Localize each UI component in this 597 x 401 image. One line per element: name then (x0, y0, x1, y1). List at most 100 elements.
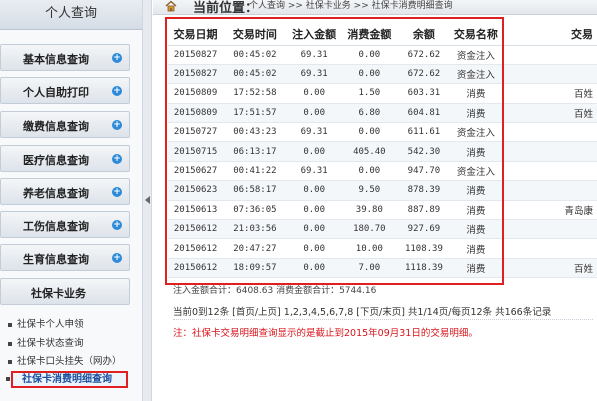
menu-medical-info[interactable]: 医疗信息查询 + (0, 145, 130, 172)
cell-spend: 6.80 (341, 103, 397, 124)
plus-icon[interactable]: + (112, 220, 122, 230)
col-header-spend: 消费金额 (341, 24, 397, 46)
cell-spend: 0.00 (341, 161, 397, 182)
cell-balance: 947.70 (397, 161, 451, 182)
cell-date: 20150827 (168, 45, 224, 65)
cell-type: 资金注入 (450, 122, 501, 143)
submenu-card-status[interactable]: 社保卡状态查询 (8, 335, 84, 349)
cell-deposit: 0.00 (286, 200, 342, 221)
cell-balance: 611.61 (397, 122, 451, 143)
menu-pension-info[interactable]: 养老信息查询 + (0, 178, 130, 205)
table-row: 20150809 17:52:58 0.00 1.50 603.31 消费 百姓 (168, 83, 597, 104)
table-row: 20150612 20:47:27 0.00 10.00 1108.39 消费 (168, 238, 597, 259)
pagination[interactable]: 当前0到12条 [首页/上页] 1,2,3,4,5,6,7,8 [下页/末页] … (173, 304, 551, 318)
cell-date: 20150715 (168, 141, 224, 162)
cell-time: 21:03:56 (223, 219, 287, 240)
cell-merchant (500, 122, 597, 143)
cell-merchant (500, 180, 597, 201)
cell-balance: 927.69 (397, 219, 451, 240)
cell-merchant (500, 45, 597, 65)
cell-time: 00:45:02 (223, 64, 287, 85)
cell-balance: 672.62 (397, 64, 451, 85)
plus-icon[interactable]: + (112, 154, 122, 164)
cell-merchant: 青岛康 (500, 200, 597, 221)
col-header-deposit: 注入金额 (286, 24, 342, 46)
cell-deposit: 69.31 (286, 45, 342, 65)
cell-date: 20150623 (168, 180, 224, 201)
plus-icon[interactable]: + (112, 187, 122, 197)
cell-time: 00:45:02 (223, 45, 287, 65)
cell-merchant (500, 238, 597, 259)
sidebar: 个人查询 基本信息查询 + 个人自助打印 + 缴费信息查询 + 医疗信息查询 +… (0, 0, 143, 401)
menu-maternity-info[interactable]: 生育信息查询 + (0, 244, 130, 271)
table-row: 20150612 18:09:57 0.00 7.00 1118.39 消费 百… (168, 258, 597, 279)
menu-payment-info[interactable]: 缴费信息查询 + (0, 111, 130, 138)
cell-type: 消费 (450, 180, 501, 201)
menu-self-print[interactable]: 个人自助打印 + (0, 77, 130, 104)
table-row: 20150627 00:41:22 69.31 0.00 947.70 资金注入 (168, 161, 597, 182)
menu-basic-info[interactable]: 基本信息查询 + (0, 44, 130, 71)
cell-date: 20150827 (168, 64, 224, 85)
plus-icon[interactable]: + (112, 253, 122, 263)
col-header-merchant: 交易 (500, 24, 597, 46)
cell-date: 20150613 (168, 200, 224, 221)
plus-icon[interactable]: + (112, 120, 122, 130)
cell-merchant: 百姓 (500, 258, 597, 279)
menu-label: 工伤信息查询 (23, 220, 89, 233)
cell-deposit: 69.31 (286, 161, 342, 182)
cell-balance: 1108.39 (397, 238, 451, 259)
table-row: 20150612 21:03:56 0.00 180.70 927.69 消费 (168, 219, 597, 240)
cell-deposit: 0.00 (286, 103, 342, 124)
breadcrumb-path: 个人查询 >> 社保卡业务 >> 社保卡消费明细查询 (249, 1, 453, 11)
table-row: 20150613 07:36:05 0.00 39.80 887.89 消费 青… (168, 200, 597, 221)
collapse-arrow-icon[interactable] (145, 196, 150, 204)
menu-label: 养老信息查询 (23, 187, 89, 200)
cell-deposit: 0.00 (286, 219, 342, 240)
menu-label: 社保卡业务 (31, 287, 86, 300)
cell-deposit: 0.00 (286, 180, 342, 201)
cell-time: 06:58:17 (223, 180, 287, 201)
menu-label: 个人自助打印 (23, 86, 89, 99)
cell-time: 00:43:23 (223, 122, 287, 143)
submenu-card-apply[interactable]: 社保卡个人申领 (8, 316, 84, 330)
cell-balance: 603.31 (397, 83, 451, 104)
cell-merchant (500, 161, 597, 182)
cell-balance: 604.81 (397, 103, 451, 124)
cell-spend: 39.80 (341, 200, 397, 221)
home-icon[interactable] (165, 0, 177, 12)
cell-date: 20150612 (168, 219, 224, 240)
main-content: 当前位置： 个人查询 >> 社保卡业务 >> 社保卡消费明细查询 交易日期 交易… (153, 0, 597, 401)
col-header-type: 交易名称 (450, 24, 501, 46)
cell-merchant (500, 141, 597, 162)
cell-type: 消费 (450, 200, 501, 221)
cell-spend: 405.40 (341, 141, 397, 162)
plus-icon[interactable]: + (112, 86, 122, 96)
table-row: 20150827 00:45:02 69.31 0.00 672.62 资金注入 (168, 64, 597, 85)
menu-social-card[interactable]: 社保卡业务 (0, 278, 130, 305)
submenu-label: 社保卡状态查询 (17, 338, 84, 349)
cell-balance: 887.89 (397, 200, 451, 221)
menu-injury-info[interactable]: 工伤信息查询 + (0, 211, 130, 238)
cell-merchant: 百姓 (500, 83, 597, 104)
bullet-icon (8, 341, 12, 346)
cell-spend: 0.00 (341, 122, 397, 143)
cell-type: 消费 (450, 103, 501, 124)
cell-time: 00:41:22 (223, 161, 287, 182)
cell-date: 20150612 (168, 258, 224, 279)
cell-date: 20150809 (168, 103, 224, 124)
cell-time: 17:51:57 (223, 103, 287, 124)
submenu-label: 社保卡个人申领 (17, 319, 84, 330)
cell-date: 20150627 (168, 161, 224, 182)
table-row: 20150715 06:13:17 0.00 405.40 542.30 消费 (168, 141, 597, 162)
cell-spend: 0.00 (341, 45, 397, 65)
plus-icon[interactable]: + (112, 53, 122, 63)
submenu-card-report-loss[interactable]: 社保卡口头挂失（网办） (8, 353, 122, 367)
submenu-card-consumption-active[interactable]: 社保卡消费明细查询 (6, 371, 128, 388)
cell-spend: 9.50 (341, 180, 397, 201)
cell-balance: 878.39 (397, 180, 451, 201)
cell-spend: 1.50 (341, 83, 397, 104)
cell-deposit: 69.31 (286, 64, 342, 85)
cell-deposit: 0.00 (286, 141, 342, 162)
cell-time: 06:13:17 (223, 141, 287, 162)
table-row: 20150827 00:45:02 69.31 0.00 672.62 资金注入 (168, 45, 597, 65)
